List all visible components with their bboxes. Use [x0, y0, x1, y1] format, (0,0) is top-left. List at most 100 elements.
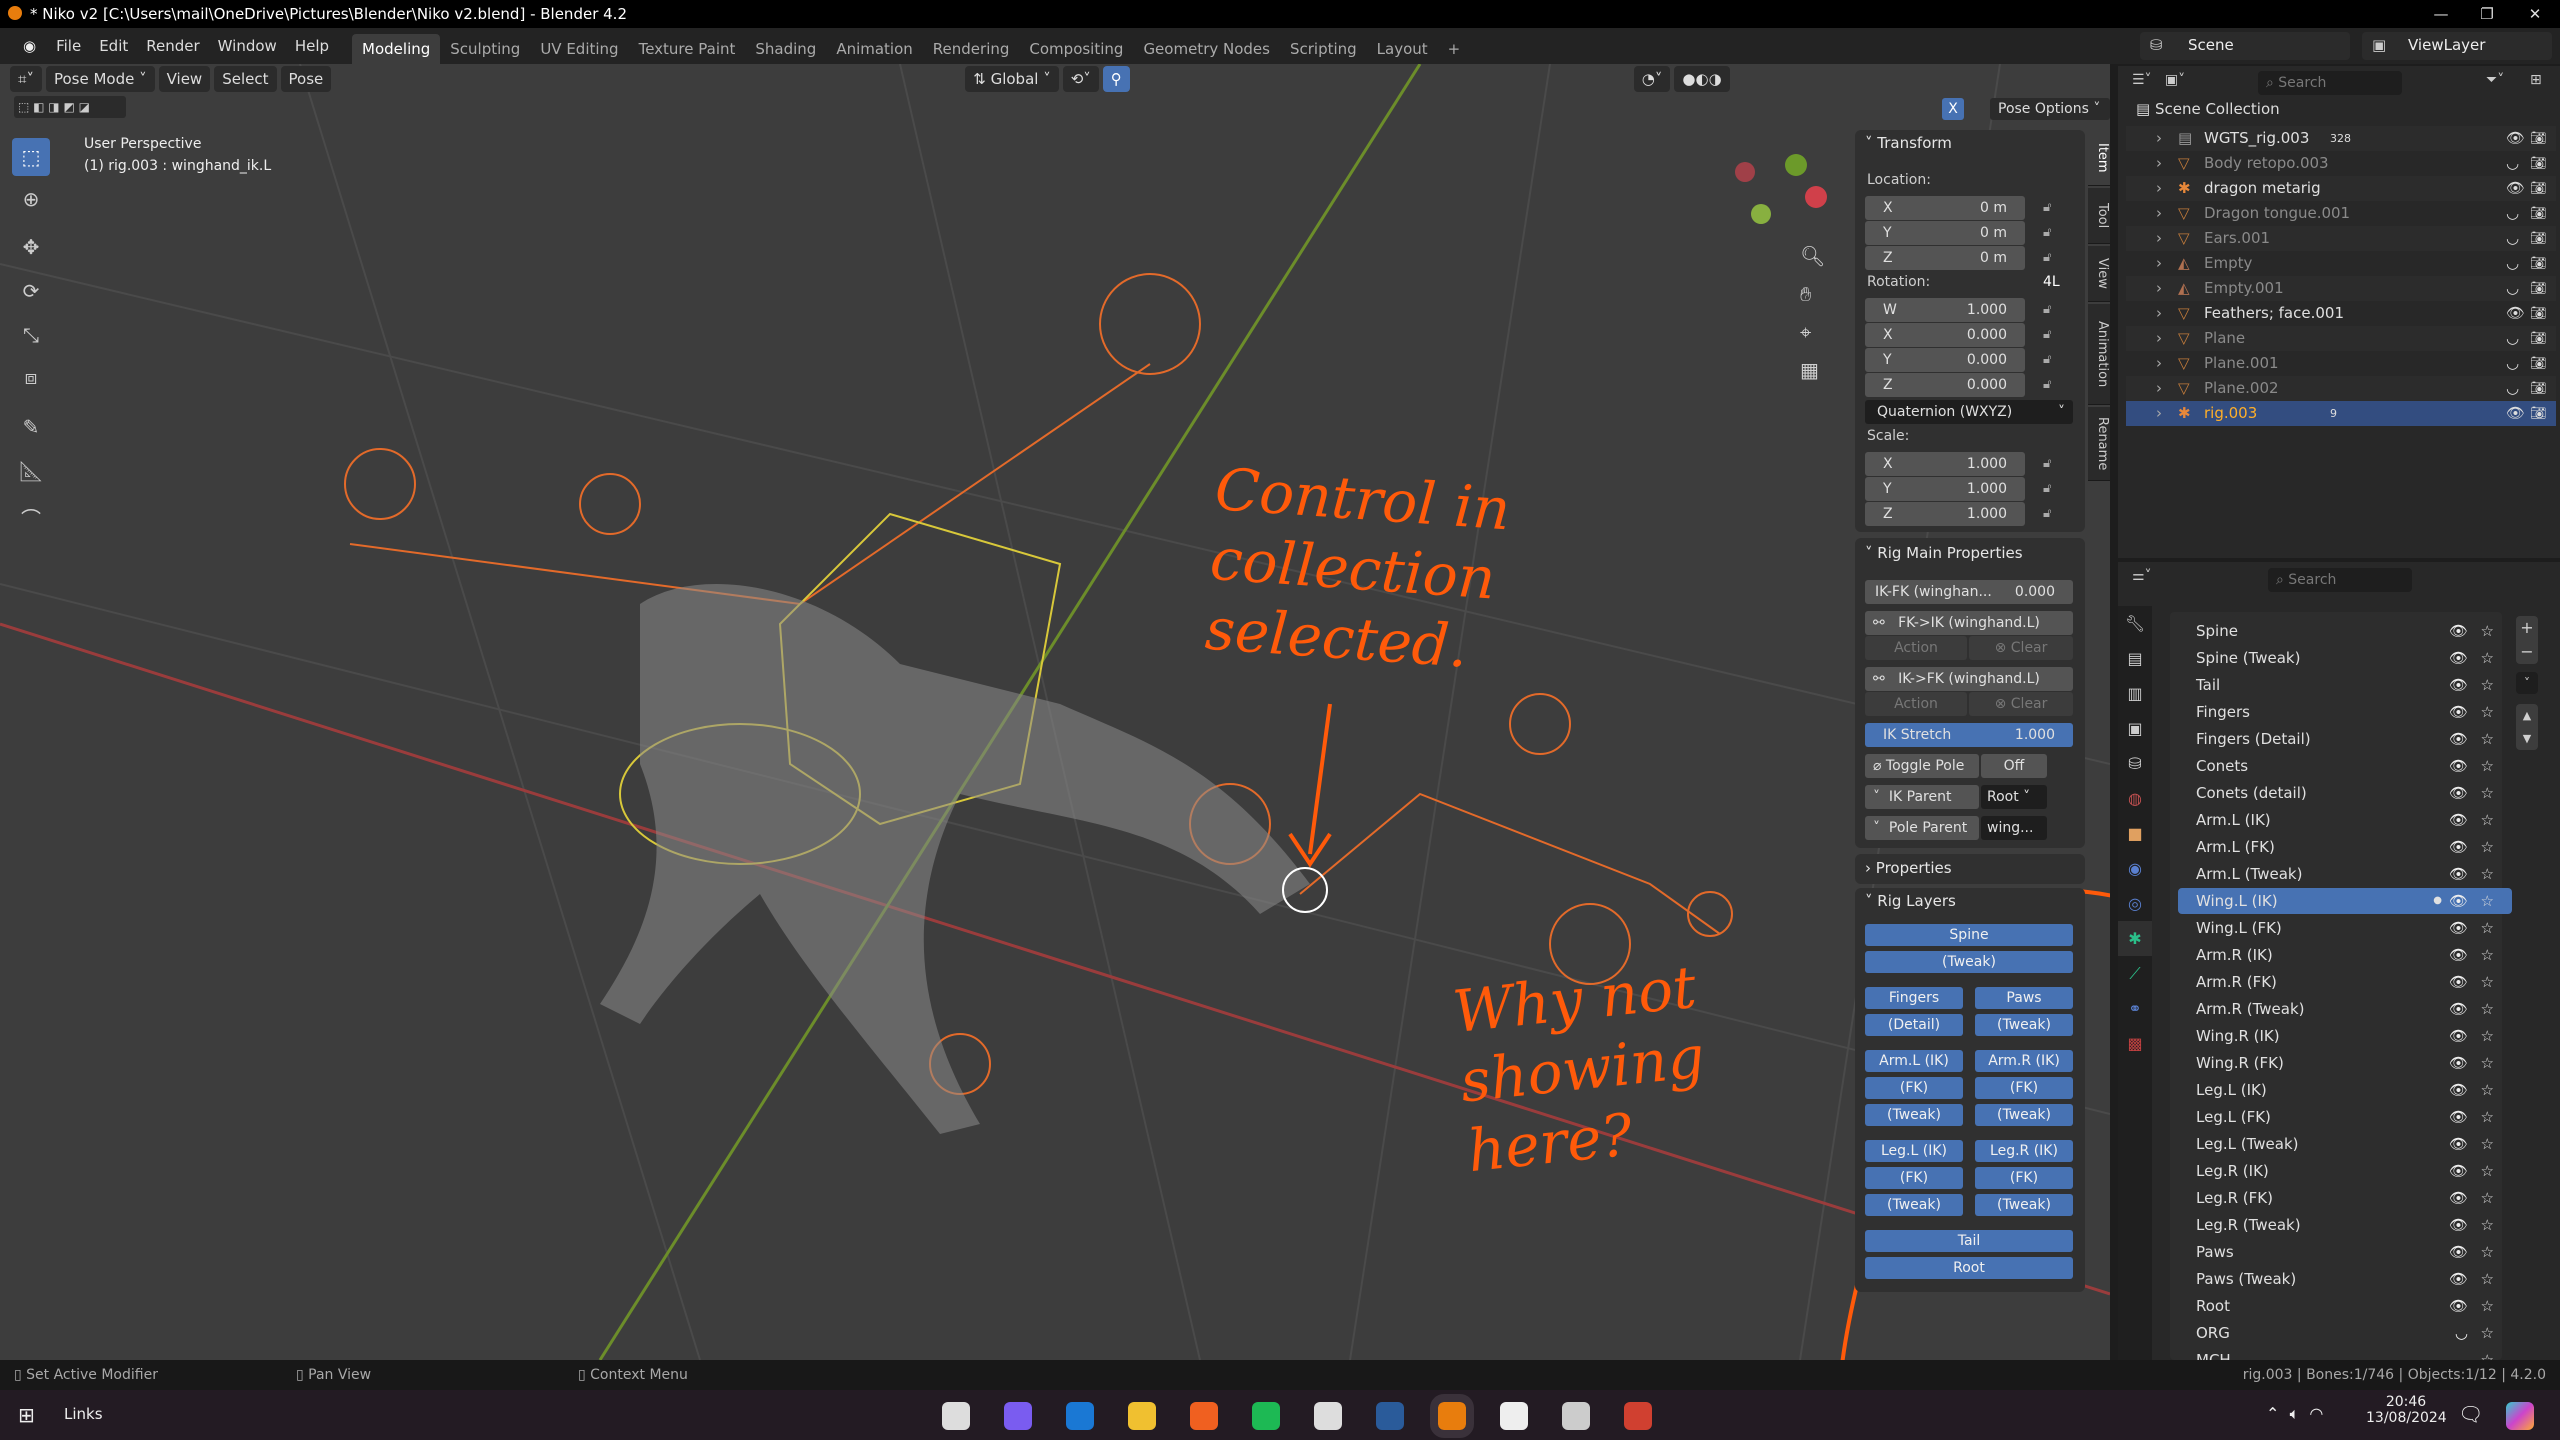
settings-icon[interactable]	[942, 1402, 970, 1430]
ik-parent-dropdown[interactable]: Root ˅	[1981, 785, 2047, 809]
rig-layer-button[interactable]: (FK)	[1975, 1077, 2073, 1099]
star-icon[interactable]: ☆	[2481, 969, 2494, 995]
bone-collection-item[interactable]: Arm.L (FK) 👁︎ ☆	[2178, 834, 2512, 860]
app2-icon[interactable]	[1562, 1402, 1590, 1430]
tab-workspace-geometry-nodes[interactable]: Geometry Nodes	[1133, 34, 1280, 64]
lock-icon[interactable]: 🔓︎	[2043, 250, 2051, 265]
firefox-icon[interactable]	[1190, 1402, 1218, 1430]
rig-layer-button[interactable]: Arm.R (IK)	[1975, 1050, 2073, 1072]
modifier-tab-icon[interactable]: ◉	[2118, 851, 2152, 886]
eye-icon[interactable]: 👁︎	[2449, 1185, 2468, 1211]
expand-arrow-icon[interactable]: ›	[2156, 276, 2162, 301]
pole-parent-dropdown[interactable]: wing...	[1981, 816, 2047, 840]
bone-collection-item[interactable]: Root 👁︎ ☆	[2178, 1293, 2512, 1319]
notion-icon[interactable]	[1500, 1402, 1528, 1430]
camera-render-icon[interactable]: 📷︎	[2530, 151, 2547, 176]
scene-collection-row[interactable]: ▤ Scene Collection	[2136, 100, 2280, 118]
armature-data-tab-icon[interactable]: ✱	[2118, 921, 2152, 956]
navigation-gizmo[interactable]	[1735, 154, 1827, 244]
expand-arrow-icon[interactable]: ›	[2156, 401, 2162, 426]
eye-icon[interactable]: 👁︎	[2449, 618, 2468, 644]
view-layer-tab-icon[interactable]: ▣	[2118, 711, 2152, 746]
rig-layer-button[interactable]: Arm.L (IK)	[1865, 1050, 1963, 1072]
transform-scale-x-field[interactable]: X 1.000	[1865, 452, 2025, 476]
rig-layer-button[interactable]: (Tweak)	[1975, 1014, 2073, 1036]
bone-tab-icon[interactable]: ⟋	[2118, 956, 2152, 991]
outliner-item[interactable]: › ▽ Plane.002 ◡ 📷︎	[2126, 376, 2556, 401]
transform-location-x-field[interactable]: X 0 m	[1865, 196, 2025, 220]
menu-file[interactable]: File	[47, 32, 90, 60]
camera-render-icon[interactable]: 📷︎	[2530, 201, 2547, 226]
spotify-icon[interactable]	[1252, 1402, 1280, 1430]
bone-collection-item[interactable]: Wing.R (IK) 👁︎ ☆	[2178, 1023, 2512, 1049]
scene-selector[interactable]: ⛁ Scene	[2140, 32, 2350, 60]
bone-collection-item[interactable]: Wing.R (FK) 👁︎ ☆	[2178, 1050, 2512, 1076]
ik-fk-clear-button[interactable]: ⊗ Clear	[1969, 692, 2073, 716]
tab-workspace-animation[interactable]: Animation	[826, 34, 922, 64]
bone-collection-item[interactable]: Wing.L (FK) 👁︎ ☆	[2178, 915, 2512, 941]
tab-workspace-rendering[interactable]: Rendering	[923, 34, 1020, 64]
eye-closed-icon[interactable]: ◡	[2506, 326, 2519, 351]
star-icon[interactable]: ☆	[2481, 726, 2494, 752]
windows-start-icon[interactable]: ⊞	[18, 1403, 35, 1427]
menu-edit[interactable]: Edit	[90, 32, 137, 60]
overlay-dropdown[interactable]: ◔˅	[1633, 66, 1671, 92]
star-icon[interactable]: ☆	[2481, 1266, 2494, 1292]
notifications-icon[interactable]: 🗨︎	[2458, 1402, 2483, 1426]
eye-icon[interactable]: 👁︎	[2449, 753, 2468, 779]
rig-layer-button[interactable]: Spine	[1865, 924, 2073, 946]
eye-icon[interactable]: 👁︎	[2449, 915, 2468, 941]
outliner-item[interactable]: › ▽ Plane.001 ◡ 📷︎	[2126, 351, 2556, 376]
bone-collection-item[interactable]: Leg.R (IK) 👁︎ ☆	[2178, 1158, 2512, 1184]
eye-icon[interactable]: 👁︎	[2449, 1077, 2468, 1103]
tab-workspace-sculpting[interactable]: Sculpting	[440, 34, 530, 64]
rig-layers-header[interactable]: ˅ Rig Layers	[1865, 892, 1956, 910]
star-icon[interactable]: ☆	[2481, 780, 2494, 806]
eye-icon[interactable]: 👁︎	[2449, 1266, 2468, 1292]
rotation-mode-dropdown[interactable]: Quaternion (WXYZ) ˅	[1865, 400, 2073, 424]
bone-collection-item[interactable]: ORG ◡ ☆	[2178, 1320, 2512, 1346]
star-icon[interactable]: ☆	[2481, 645, 2494, 671]
camera-render-icon[interactable]: 📷︎	[2530, 251, 2547, 276]
bone-collection-item[interactable]: Arm.R (Tweak) 👁︎ ☆	[2178, 996, 2512, 1022]
menu-help[interactable]: Help	[286, 32, 338, 60]
eye-icon[interactable]: 👁︎	[2449, 861, 2468, 887]
bone-collection-item[interactable]: Arm.L (Tweak) 👁︎ ☆	[2178, 861, 2512, 887]
rig-layer-button[interactable]: (Tweak)	[1865, 1104, 1963, 1126]
star-icon[interactable]: ☆	[2481, 1239, 2494, 1265]
physics-tab-icon[interactable]: ◎	[2118, 886, 2152, 921]
star-icon[interactable]: ☆	[2481, 1158, 2494, 1184]
ik-fk-slider[interactable]: IK-FK (winghan... 0.000	[1865, 580, 2073, 604]
eye-icon[interactable]: 👁︎	[2449, 672, 2468, 698]
bone-collection-item[interactable]: Paws 👁︎ ☆	[2178, 1239, 2512, 1265]
bone-collection-item[interactable]: Arm.L (IK) 👁︎ ☆	[2178, 807, 2512, 833]
outliner-item[interactable]: › ✱ rig.003 9 👁︎ 📷︎	[2126, 401, 2556, 426]
tab-workspace-texture-paint[interactable]: Texture Paint	[629, 34, 746, 64]
filter-icon[interactable]: ⏷˅	[2486, 72, 2504, 88]
eye-closed-icon[interactable]: ◡	[2506, 226, 2519, 251]
eye-icon[interactable]: 👁︎	[2506, 176, 2525, 201]
scale-tool-icon[interactable]: ⤡	[12, 316, 50, 354]
blender-menu-icon[interactable]: ◉	[14, 32, 45, 60]
outliner-display-mode-icon[interactable]: ☰˅ ▣˅	[2132, 72, 2185, 88]
transform-panel-header[interactable]: ˅ Transform	[1865, 134, 1952, 152]
eye-icon[interactable]: 👁︎	[2449, 726, 2468, 752]
eye-icon[interactable]: 👁︎	[2506, 301, 2525, 326]
lock-icon[interactable]: 🔓︎	[2043, 481, 2051, 496]
world-tab-icon[interactable]: ◍	[2118, 781, 2152, 816]
eye-icon[interactable]: 👁︎	[2449, 807, 2468, 833]
sidebar-tab-item[interactable]: Item	[2088, 130, 2110, 186]
star-icon[interactable]: ☆	[2481, 942, 2494, 968]
star-icon[interactable]: ☆	[2481, 1212, 2494, 1238]
rig-layer-button[interactable]: Paws	[1975, 987, 2073, 1009]
eye-icon[interactable]: 👁︎	[2449, 1050, 2468, 1076]
lock-icon[interactable]: 🔓︎	[2043, 225, 2051, 240]
lock-icon[interactable]: 🔓︎	[2043, 506, 2051, 521]
sidebar-tab-view[interactable]: View	[2088, 246, 2110, 302]
rig-layer-button[interactable]: (Tweak)	[1975, 1104, 2073, 1126]
eye-icon[interactable]: 👁︎	[2449, 1158, 2468, 1184]
star-icon[interactable]: ☆	[2481, 807, 2494, 833]
bone-collection-item[interactable]: Tail 👁︎ ☆	[2178, 672, 2512, 698]
eye-icon[interactable]: 👁︎	[2449, 834, 2468, 860]
tab-workspace-compositing[interactable]: Compositing	[1019, 34, 1133, 64]
